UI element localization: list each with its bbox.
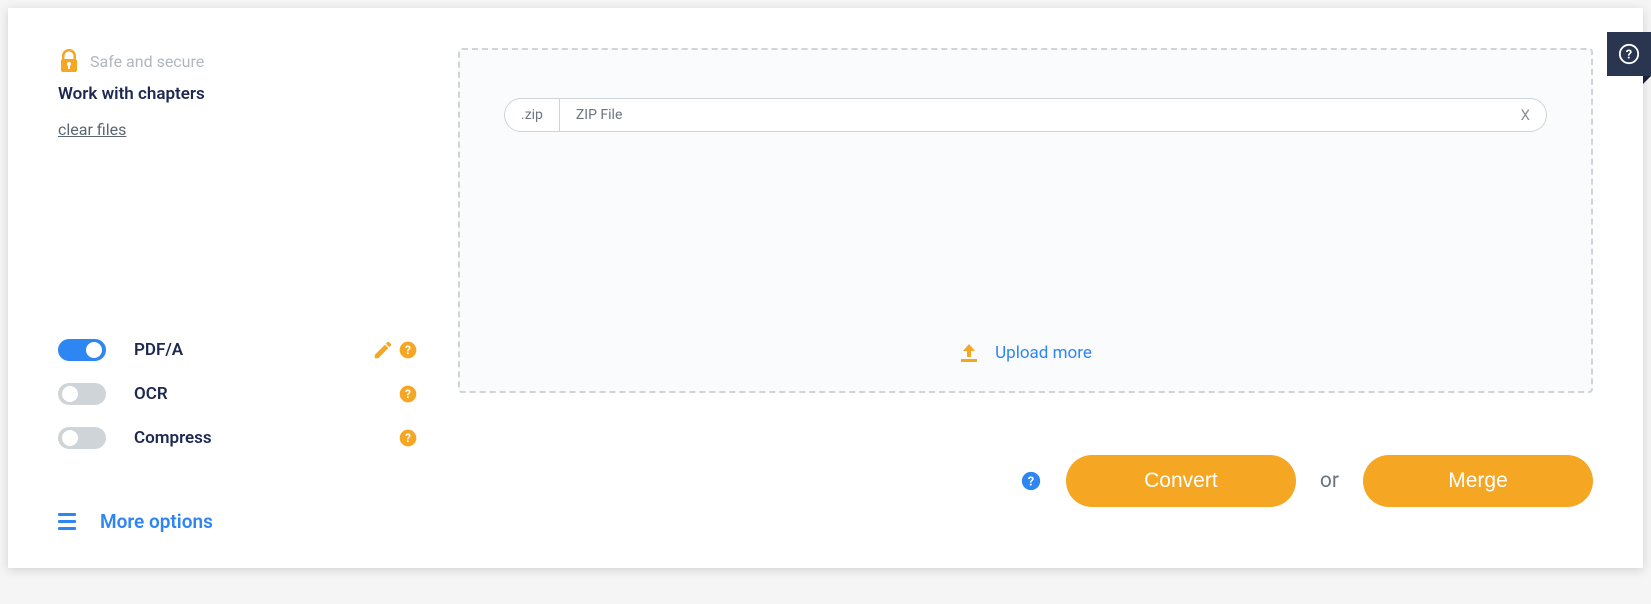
help-icon[interactable]: ? [398, 384, 418, 404]
secure-row: Safe and secure [58, 48, 418, 74]
file-name: ZIP File [560, 107, 1505, 123]
svg-text:?: ? [1028, 475, 1034, 490]
toggle-label-pdfa: PDF/A [134, 340, 372, 360]
options-block: PDF/A ? OCR ? Compress ? More options [58, 328, 418, 533]
toggle-row-compress: Compress ? [58, 416, 418, 460]
pencil-icon[interactable] [372, 339, 394, 361]
upload-more-button[interactable]: Upload more [504, 343, 1547, 371]
file-pill: .zip ZIP File X [504, 98, 1547, 132]
merge-button[interactable]: Merge [1363, 455, 1593, 507]
left-column: Safe and secure Work with chapters clear… [58, 48, 418, 533]
chapters-title: Work with chapters [58, 84, 418, 104]
toggle-label-ocr: OCR [134, 384, 398, 404]
file-ext: .zip [505, 107, 559, 123]
svg-text:?: ? [405, 431, 411, 445]
help-icon[interactable]: ? [398, 340, 418, 360]
hamburger-icon [58, 513, 76, 530]
main-card: Safe and secure Work with chapters clear… [8, 8, 1643, 568]
upload-icon [959, 344, 979, 362]
help-icon[interactable]: ? [398, 428, 418, 448]
more-options-label: More options [100, 510, 213, 533]
toggle-ocr[interactable] [58, 383, 106, 405]
lock-icon [58, 48, 80, 74]
toggle-row-pdfa: PDF/A ? [58, 328, 418, 372]
file-remove-button[interactable]: X [1505, 106, 1546, 124]
more-options-button[interactable]: More options [58, 510, 213, 533]
right-column: .zip ZIP File X Upload more ? Convert or… [458, 48, 1593, 533]
toggle-compress[interactable] [58, 427, 106, 449]
svg-text:?: ? [1626, 48, 1632, 63]
svg-text:?: ? [405, 343, 411, 357]
upload-more-label: Upload more [995, 343, 1092, 363]
or-text: or [1320, 469, 1339, 493]
clear-files-link[interactable]: clear files [58, 120, 126, 139]
toggle-label-compress: Compress [134, 428, 398, 448]
svg-text:?: ? [405, 387, 411, 401]
convert-button[interactable]: Convert [1066, 455, 1296, 507]
action-row: ? Convert or Merge [458, 455, 1593, 507]
dropzone[interactable]: .zip ZIP File X Upload more [458, 48, 1593, 393]
help-icon: ? [1618, 43, 1640, 65]
secure-text: Safe and secure [90, 52, 204, 71]
toggle-row-ocr: OCR ? [58, 372, 418, 416]
help-icon[interactable]: ? [1020, 470, 1042, 492]
help-tab[interactable]: ? [1607, 32, 1651, 76]
toggle-pdfa[interactable] [58, 339, 106, 361]
